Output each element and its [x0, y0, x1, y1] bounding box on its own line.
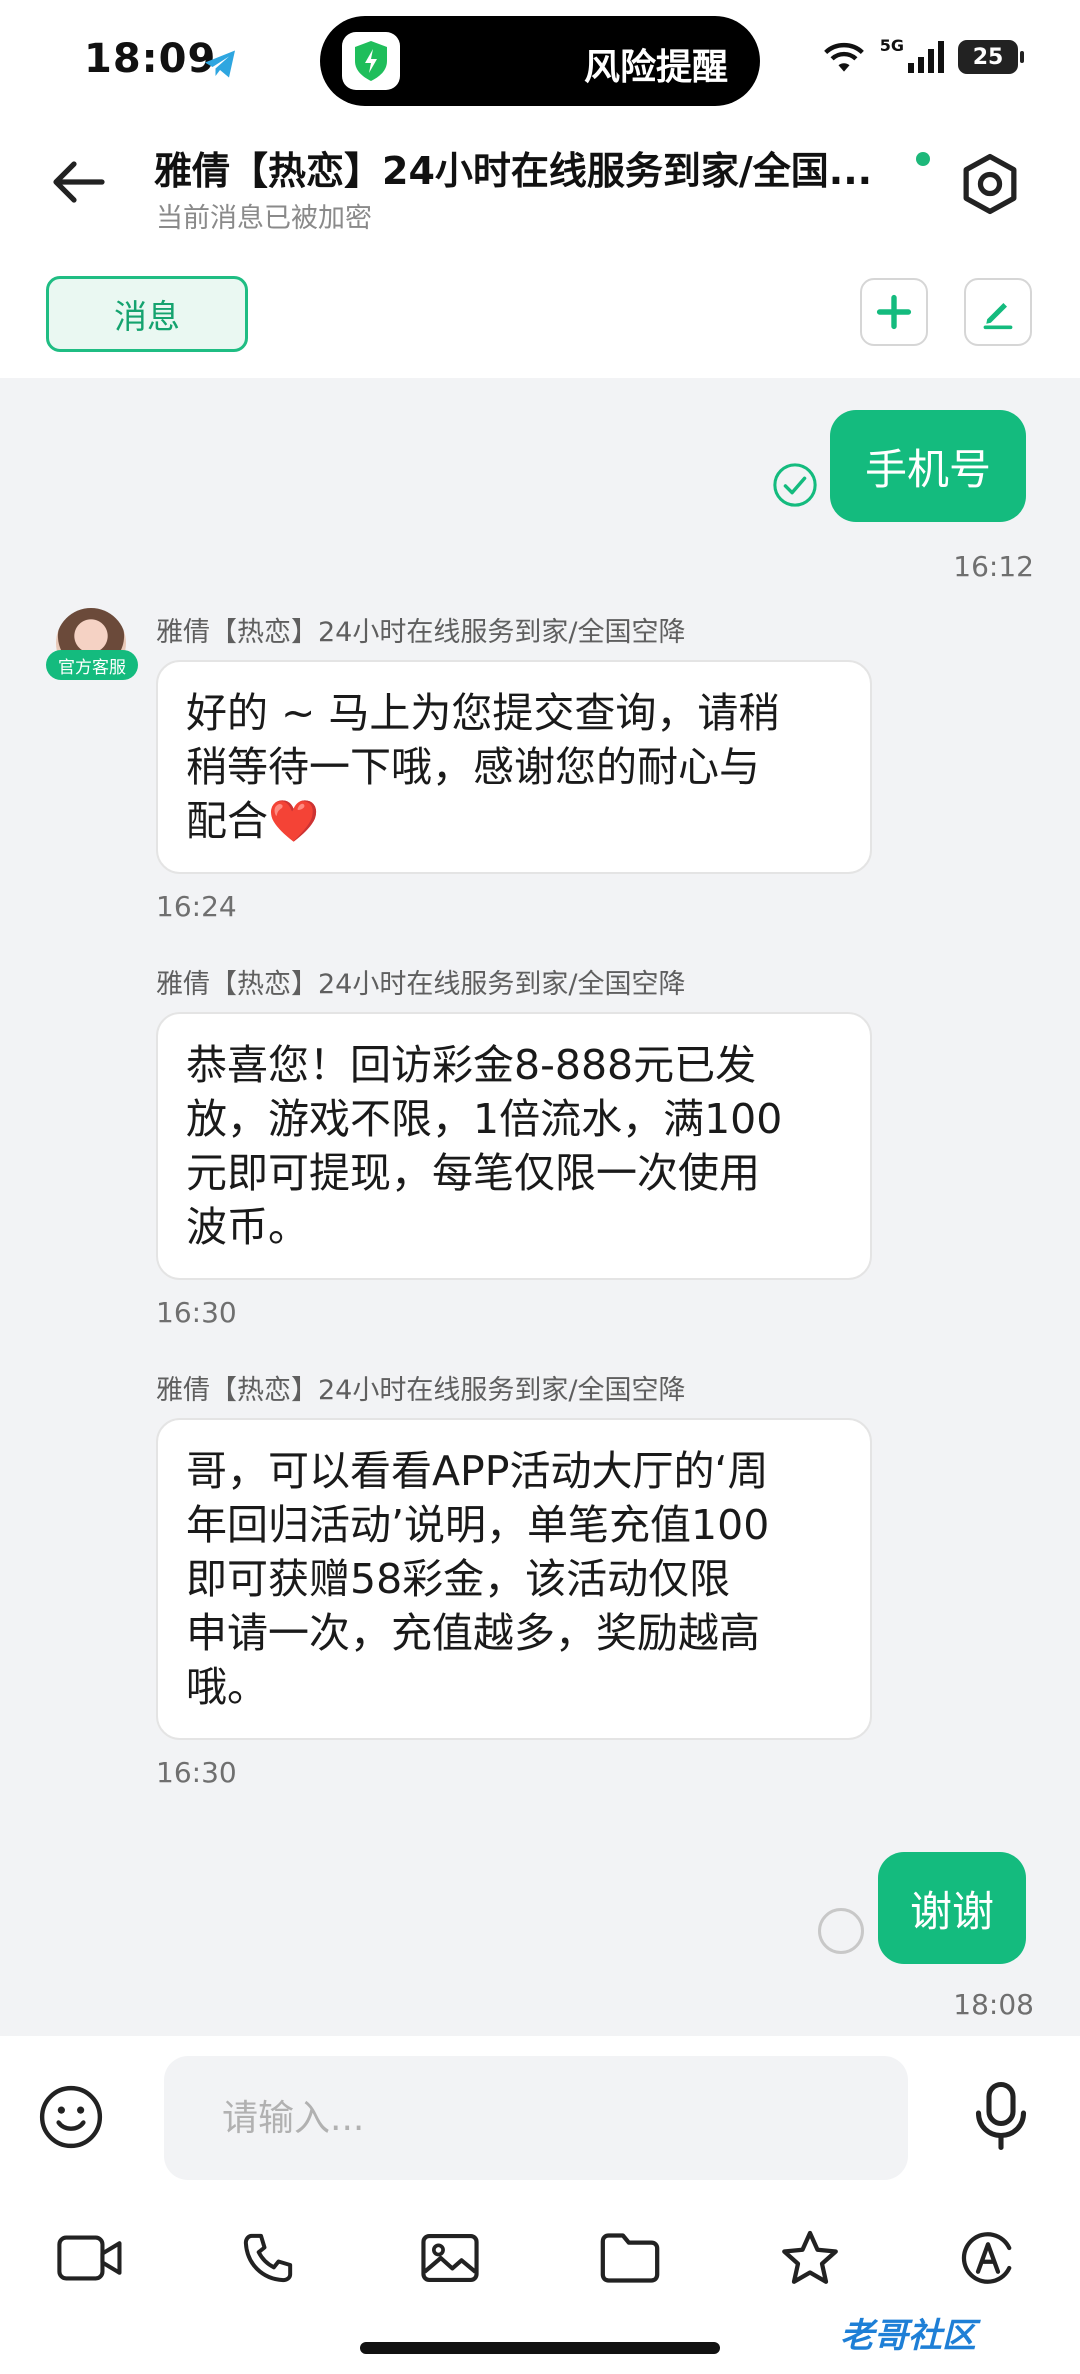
heart-emoji: ❤️ — [268, 797, 320, 845]
signal-icon — [908, 41, 944, 73]
sender-name: 雅倩【热恋】24小时在线服务到家/全国空降 — [156, 617, 686, 648]
sender-name: 雅倩【热恋】24小时在线服务到家/全国空降 — [156, 1375, 686, 1406]
star-icon — [782, 2230, 838, 2284]
message-line: 放，游戏不限，1倍流水，满100 — [186, 1095, 783, 1143]
message-line: 元即可提现，每笔仅限一次使用 — [186, 1149, 760, 1197]
translate-button[interactable] — [952, 2224, 1024, 2292]
online-status-dot — [916, 152, 930, 166]
video-icon — [57, 2235, 122, 2281]
message-line: 哥，可以看看APP活动大厅的‘周 — [186, 1447, 769, 1495]
message-line: 配合 — [186, 797, 268, 845]
phone-icon — [243, 2233, 293, 2283]
delivered-check-icon — [773, 463, 817, 507]
chat-title: 雅倩【热恋】24小时在线服务到家/全国... — [154, 149, 873, 193]
official-service-badge: 官方客服 — [46, 650, 138, 680]
back-button[interactable] — [46, 150, 110, 214]
hexagon-settings-icon — [963, 153, 1017, 215]
battery-icon: 25 — [958, 40, 1024, 74]
battery-level: 25 — [972, 44, 1004, 70]
dynamic-island[interactable]: 风险提醒 — [320, 16, 760, 106]
message-text: 手机号 — [864, 444, 991, 494]
favorite-button[interactable] — [774, 2224, 846, 2292]
message-time: 18:08 — [953, 1988, 1034, 2021]
image-icon — [421, 2234, 479, 2282]
settings-button[interactable] — [954, 148, 1026, 220]
message-line: 好的 ~ 马上为您提交查询，请稍 — [186, 689, 780, 737]
message-line: 稍等待一下哦，感谢您的耐心与 — [186, 743, 760, 791]
folder-icon — [600, 2233, 660, 2283]
image-button[interactable] — [414, 2224, 486, 2292]
shield-icon — [342, 32, 400, 90]
emoji-icon[interactable] — [38, 2084, 104, 2150]
message-time: 16:30 — [156, 1296, 237, 1329]
status-icons: 5G 25 — [822, 36, 1024, 74]
message-line: 哦。 — [186, 1663, 268, 1711]
incoming-message-bubble[interactable]: 恭喜您！回访彩金8-888元已发 放，游戏不限，1倍流水，满100 元即可提现，… — [156, 1012, 872, 1280]
voice-call-button[interactable] — [232, 2224, 304, 2292]
plus-icon — [876, 294, 912, 330]
pending-status-icon — [818, 1908, 864, 1954]
sender-name: 雅倩【热恋】24小时在线服务到家/全国空降 — [156, 969, 686, 1000]
chat-header: 雅倩【热恋】24小时在线服务到家/全国... 当前消息已被加密 — [0, 120, 1080, 250]
input-bar — [0, 2036, 1080, 2194]
message-list[interactable]: 手机号 16:12 官方客服 雅倩【热恋】24小时在线服务到家/全国空降 好的 … — [0, 378, 1080, 2036]
encryption-notice: 当前消息已被加密 — [156, 203, 372, 234]
outgoing-message-bubble[interactable]: 手机号 — [830, 410, 1026, 522]
message-line: 年回归活动’说明，单笔充值100 — [186, 1501, 770, 1549]
message-text: 谢谢 — [909, 1886, 994, 1936]
network-type: 5G — [879, 35, 904, 55]
incoming-message-bubble[interactable]: 哥，可以看看APP活动大厅的‘周 年回归活动’说明，单笔充值100 即可获赠58… — [156, 1418, 872, 1740]
status-time: 18:09 — [84, 36, 217, 82]
add-button[interactable] — [860, 278, 928, 346]
file-button[interactable] — [594, 2224, 666, 2292]
home-indicator[interactable] — [360, 2342, 720, 2354]
attachment-bar: 老哥社区 — [0, 2194, 1080, 2374]
message-input[interactable] — [164, 2056, 908, 2180]
tab-messages[interactable]: 消息 — [46, 276, 248, 352]
microphone-icon[interactable] — [968, 2080, 1034, 2152]
message-line: 恭喜您！回访彩金8-888元已发 — [186, 1041, 757, 1089]
message-line: 波币。 — [186, 1203, 309, 1251]
watermark-logo: 老哥社区 — [840, 2316, 976, 2356]
video-call-button[interactable] — [54, 2224, 126, 2292]
message-line: 申请一次，充值越多，奖励越高 — [186, 1609, 760, 1657]
wifi-icon — [823, 42, 864, 72]
status-bar: 18:09 风险提醒 5G 25 — [0, 0, 1080, 120]
chat-toolbar: 消息 — [0, 250, 1080, 378]
message-time: 16:30 — [156, 1756, 237, 1789]
translate-icon — [961, 2232, 1012, 2284]
message-time: 16:24 — [156, 890, 237, 923]
pencil-icon — [983, 303, 1013, 330]
outgoing-message-bubble[interactable]: 谢谢 — [878, 1852, 1026, 1964]
incoming-message-bubble[interactable]: 好的 ~ 马上为您提交查询，请稍 稍等待一下哦，感谢您的耐心与 配合❤️ — [156, 660, 872, 874]
message-line-with-emoji: 配合❤️ — [186, 794, 842, 848]
arrow-left-icon — [53, 161, 105, 203]
message-time: 16:12 — [953, 550, 1034, 583]
risk-alert-label: 风险提醒 — [583, 47, 728, 88]
message-line: 即可获赠58彩金，该活动仅限 — [186, 1555, 731, 1603]
telegram-icon — [205, 50, 235, 78]
edit-button[interactable] — [964, 278, 1032, 346]
